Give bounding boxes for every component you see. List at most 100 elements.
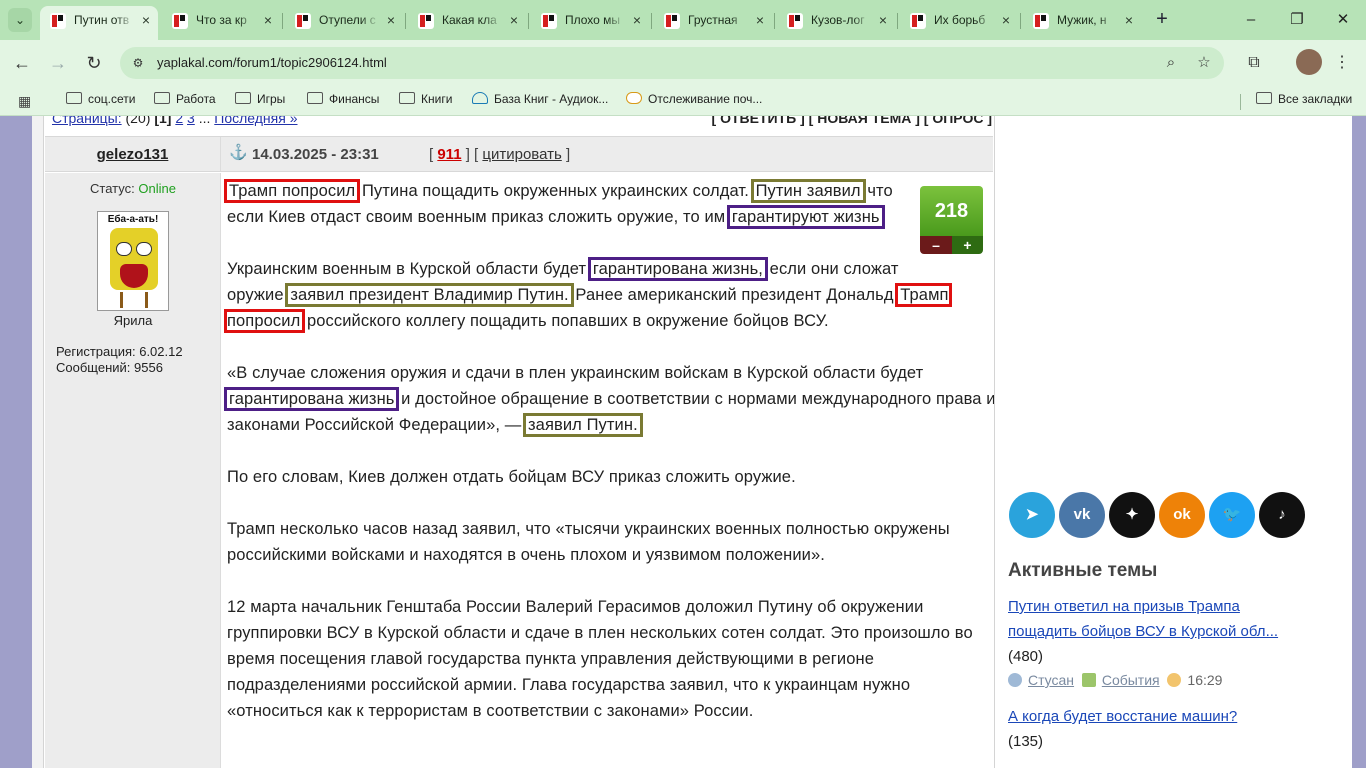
close-tab-icon[interactable]: × (1125, 6, 1133, 34)
new-tab-button[interactable]: + (1150, 8, 1174, 32)
url-text[interactable]: yaplakal.com/forum1/topic2906124.html (157, 55, 387, 70)
bookmark-folder[interactable]: Игры (235, 92, 285, 106)
ok-icon[interactable]: ok (1159, 492, 1205, 538)
bookmark-folder[interactable]: Финансы (307, 92, 379, 106)
topic-author[interactable]: Стусан (1028, 672, 1074, 688)
post-header: gelezo131 ⚓ 14.03.2025 - 23:31 [ 911 ] [… (45, 136, 993, 172)
close-tab-icon[interactable]: × (756, 6, 764, 34)
close-window-icon[interactable]: ✕ (1328, 8, 1358, 32)
avatar-eye (116, 242, 132, 256)
web-page: Страницы: (20) [1] 2 3 ... Последняя » [… (32, 116, 1352, 768)
tab-search-icon[interactable]: ⌄ (8, 8, 32, 32)
close-tab-icon[interactable]: × (633, 6, 641, 34)
extensions-icon[interactable]: ⧉ (1242, 51, 1266, 75)
avatar[interactable]: Еба-а-ать! (97, 211, 169, 311)
site-info-icon[interactable]: ⚙ (130, 55, 146, 71)
folder-icon (154, 92, 170, 104)
tab-7[interactable]: Кузов-лог × (777, 6, 895, 36)
cite-link[interactable]: цитировать (482, 146, 561, 163)
all-bookmarks[interactable]: Все закладки (1256, 92, 1352, 106)
active-topic-link[interactable]: А когда будет восстание машин? (1008, 708, 1237, 725)
bookmark-link[interactable]: Отслеживание поч... (626, 92, 762, 106)
tab-5[interactable]: Плохо мы × (531, 6, 649, 36)
clock-icon (1167, 673, 1182, 687)
close-tab-icon[interactable]: × (142, 6, 150, 34)
avatar-eye (136, 242, 152, 256)
tab-separator (1020, 13, 1021, 29)
ellipsis: ... (198, 116, 211, 126)
close-tab-icon[interactable]: × (387, 6, 395, 34)
menu-icon[interactable]: ⋮ (1330, 51, 1354, 75)
profile-avatar[interactable] (1296, 49, 1322, 75)
close-tab-icon[interactable]: × (510, 6, 518, 34)
tab-2[interactable]: Что за кр × (162, 6, 280, 36)
headphones-icon (472, 92, 488, 104)
vk-icon[interactable]: vk (1059, 492, 1105, 538)
highlight-olive: Путин заявил (750, 179, 866, 203)
topic-meta: Стусан События 16:29 (1008, 672, 1222, 688)
post-meta: [ 911 ] [ цитировать ] (429, 146, 571, 163)
folder-icon (66, 92, 82, 104)
author-name[interactable]: gelezo131 (97, 146, 169, 163)
back-icon[interactable]: ← (10, 51, 34, 75)
topic-actions[interactable]: [ ОТВЕТИТЬ ] [ НОВАЯ ТЕМА ] [ ОПРОС ] (712, 116, 992, 126)
tab-separator (897, 13, 898, 29)
yaplakal-favicon-icon (541, 13, 557, 29)
highlight-purple: гарантируют жизнь (726, 205, 885, 229)
avatar-caption: Ярила (113, 313, 153, 328)
zen-icon[interactable]: ✦ (1109, 492, 1155, 538)
bookmark-star-icon[interactable]: ☆ (1193, 52, 1215, 74)
bookmark-folder[interactable]: Работа (154, 92, 216, 106)
zoom-icon[interactable]: ⌕ (1160, 52, 1182, 74)
apps-grid-icon[interactable]: ▦ (18, 93, 34, 109)
minimize-icon[interactable]: – (1236, 8, 1266, 32)
tab-8[interactable]: Их борьб × (900, 6, 1018, 36)
telegram-icon[interactable]: ➤ (1009, 492, 1055, 538)
maximize-icon[interactable]: ❐ (1282, 8, 1312, 32)
highlight-red: Трамп попросил (223, 179, 361, 203)
pages-label[interactable]: Страницы: (52, 116, 122, 126)
twitter-icon[interactable]: 🐦 (1209, 492, 1255, 538)
forward-icon[interactable]: → (46, 51, 70, 75)
registration-date: Регистрация: 6.02.12 (56, 344, 183, 359)
rate-up-button[interactable]: + (952, 236, 983, 254)
tiktok-icon[interactable]: ♪ (1259, 492, 1305, 538)
close-tab-icon[interactable]: × (879, 6, 887, 34)
avatar-text: Еба-а-ать! (107, 214, 159, 225)
tab-3[interactable]: Отупели с × (285, 6, 403, 36)
page-link-2[interactable]: 2 (175, 116, 183, 126)
yaplakal-favicon-icon (664, 13, 680, 29)
folder-icon (307, 92, 323, 104)
yaplakal-favicon-icon (295, 13, 311, 29)
bookmark-folder[interactable]: Книги (399, 92, 452, 106)
active-topic-link[interactable]: Путин ответил на призыв Трампа пощадить … (1008, 598, 1278, 640)
reload-icon[interactable]: ↻ (82, 51, 106, 75)
yaplakal-favicon-icon (172, 13, 188, 29)
post-number-link[interactable]: 911 (437, 146, 461, 163)
topic-section[interactable]: События (1102, 672, 1160, 688)
rating-widget: 218 – + (920, 186, 983, 254)
anchor-icon[interactable]: ⚓ (229, 145, 248, 161)
current-page: [1] (154, 116, 172, 126)
last-page-link[interactable]: Последняя » (214, 116, 297, 126)
paragraph-1: Трамп попросил Путина пощадить окруженны… (223, 179, 893, 229)
close-tab-icon[interactable]: × (1002, 6, 1010, 34)
tab-4[interactable]: Какая кла × (408, 6, 526, 36)
close-tab-icon[interactable]: × (264, 6, 272, 34)
paragraph-4: По его словам, Киев должен отдать бойцам… (227, 468, 796, 486)
message-count: Сообщений: 9556 (56, 360, 163, 375)
page-link-3[interactable]: 3 (187, 116, 195, 126)
tab-1[interactable]: Путин отв × (40, 6, 158, 40)
tab-separator (651, 13, 652, 29)
pagination-bar: Страницы: (20) [1] 2 3 ... Последняя » [… (52, 116, 992, 126)
bookmark-link[interactable]: База Книг - Аудиок... (472, 92, 608, 106)
tab-separator (774, 13, 775, 29)
active-topic-item: Путин ответил на призыв Трампа пощадить … (1008, 594, 1308, 669)
bookmark-folder[interactable]: соц.сети (66, 92, 136, 106)
tab-6[interactable]: Грустная × (654, 6, 772, 36)
folder-icon (399, 92, 415, 104)
topic-count: (135) (1008, 733, 1044, 750)
address-bar[interactable]: ⚙ yaplakal.com/forum1/topic2906124.html … (120, 47, 1224, 79)
tab-9[interactable]: Мужик, н × (1023, 6, 1141, 36)
rate-down-button[interactable]: – (920, 236, 952, 254)
